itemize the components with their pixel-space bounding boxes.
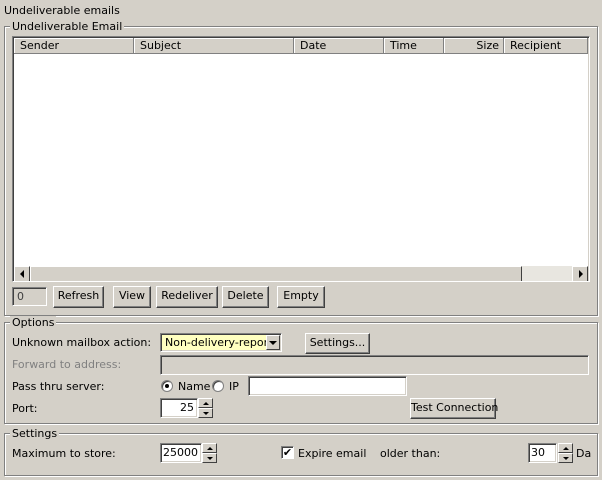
checkmark-icon: ✔: [282, 446, 293, 459]
radio-name[interactable]: [161, 380, 173, 392]
arrow-up-icon: [563, 447, 569, 450]
port-spinner[interactable]: [198, 398, 213, 418]
arrow-up-icon: [207, 447, 213, 450]
spin-up-button[interactable]: [558, 443, 573, 453]
delete-button[interactable]: Delete: [222, 286, 269, 308]
expire-email-checkbox[interactable]: ✔: [281, 446, 294, 459]
settings-group-title: Settings: [10, 427, 60, 440]
dropdown-button[interactable]: [266, 335, 280, 350]
pass-thru-server-input[interactable]: [248, 376, 407, 396]
spin-down-button[interactable]: [202, 453, 217, 463]
port-value: 25: [180, 401, 194, 414]
older-than-spinner[interactable]: [558, 443, 573, 463]
column-header-sender[interactable]: Sender: [14, 38, 134, 54]
older-than-label: older than:: [380, 447, 441, 460]
column-header-size[interactable]: Size: [444, 38, 504, 54]
email-count-value: 0: [17, 290, 24, 303]
older-than-value: 30: [531, 446, 545, 459]
spin-down-button[interactable]: [198, 408, 213, 418]
test-connection-button[interactable]: Test Connection: [410, 398, 498, 419]
forward-address-field: [160, 355, 589, 375]
email-list-header: Sender Subject Date Time Size Recipient: [14, 38, 588, 54]
arrow-down-icon: [203, 412, 209, 415]
column-header-time[interactable]: Time: [384, 38, 444, 54]
spin-up-button[interactable]: [202, 443, 217, 453]
port-label: Port:: [12, 402, 38, 415]
arrow-up-icon: [203, 402, 209, 405]
radio-ip[interactable]: [212, 380, 224, 392]
older-than-unit-label: Da: [576, 447, 592, 460]
arrow-down-icon: [563, 457, 569, 460]
arrow-left-icon: [20, 270, 24, 278]
horizontal-scrollbar[interactable]: [14, 266, 588, 281]
radio-name-label[interactable]: Name: [178, 380, 210, 394]
empty-button[interactable]: Empty: [277, 286, 325, 308]
max-store-spinner[interactable]: [202, 443, 217, 463]
spin-up-button[interactable]: [198, 398, 213, 408]
undeliverable-email-group-title: Undeliverable Email: [10, 20, 125, 33]
email-count-field: 0: [12, 287, 47, 306]
column-header-recipient[interactable]: Recipient: [504, 38, 588, 54]
redeliver-button[interactable]: Redeliver: [156, 286, 218, 308]
column-header-date[interactable]: Date: [294, 38, 384, 54]
column-header-subject[interactable]: Subject: [134, 38, 294, 54]
chevron-down-icon: [269, 341, 277, 345]
expire-email-label[interactable]: Expire email: [298, 447, 366, 461]
spin-down-button[interactable]: [558, 453, 573, 463]
unknown-mailbox-dropdown[interactable]: Non-delivery-report: [160, 333, 282, 352]
scroll-right-button[interactable]: [572, 266, 588, 281]
view-button[interactable]: View: [113, 286, 151, 308]
older-than-input[interactable]: 30: [528, 443, 557, 463]
unknown-mailbox-value: Non-delivery-report: [165, 336, 273, 349]
options-group-title: Options: [10, 316, 57, 329]
max-store-label: Maximum to store:: [12, 447, 116, 460]
max-store-input[interactable]: 25000: [160, 443, 202, 463]
radio-ip-label[interactable]: IP: [229, 380, 239, 394]
scroll-left-button[interactable]: [14, 266, 30, 281]
pass-thru-label: Pass thru server:: [12, 380, 105, 393]
unknown-mailbox-label: Unknown mailbox action:: [12, 336, 152, 349]
arrow-right-icon: [579, 270, 583, 278]
settings-button[interactable]: Settings...: [305, 333, 370, 354]
forward-address-label: Forward to address:: [12, 358, 122, 371]
email-list[interactable]: Sender Subject Date Time Size Recipient: [12, 36, 590, 282]
window-title: Undeliverable emails: [4, 4, 120, 17]
refresh-button[interactable]: Refresh: [53, 286, 104, 308]
port-input[interactable]: 25: [160, 398, 198, 418]
max-store-value: 25000: [163, 446, 198, 459]
arrow-down-icon: [207, 457, 213, 460]
scrollbar-thumb[interactable]: [30, 266, 522, 281]
